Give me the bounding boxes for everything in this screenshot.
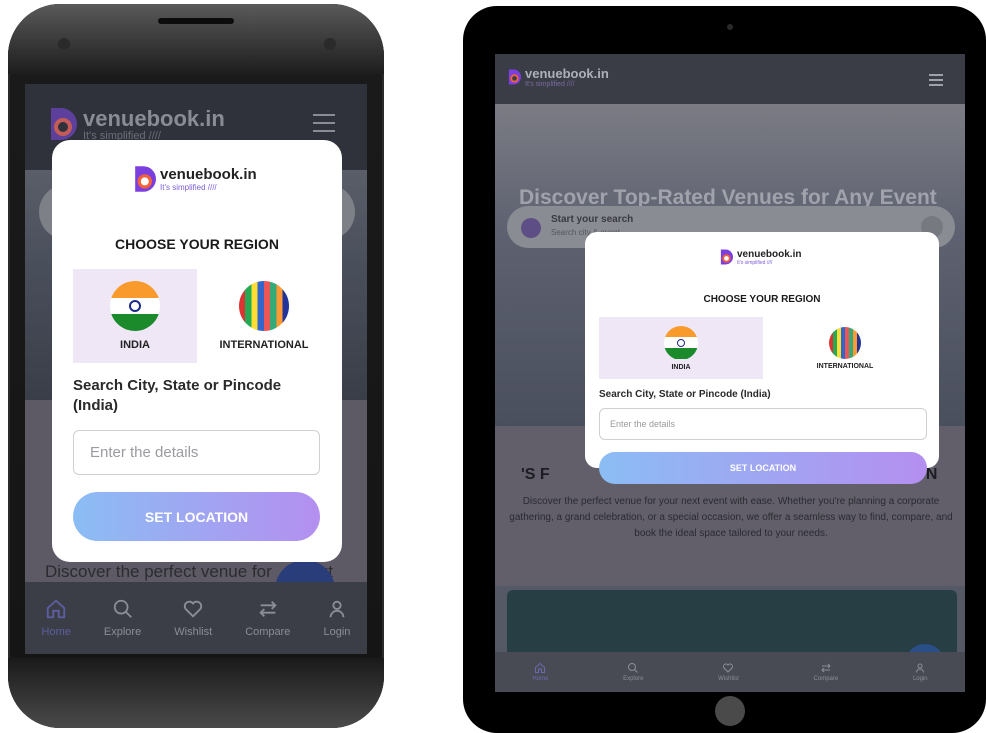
tablet-camera	[727, 24, 733, 30]
search-label: Search City, State or Pincode (India)	[73, 377, 282, 415]
user-icon	[329, 600, 345, 618]
brand-logo[interactable]: venuebook.in It's simplified ////	[507, 66, 609, 88]
region-option-international[interactable]: INTERNATIONAL	[763, 317, 927, 379]
nav-wishlist[interactable]: Wishlist	[718, 662, 739, 682]
phone-front-camera	[324, 38, 336, 50]
nav-explore[interactable]: Explore	[623, 662, 643, 682]
nav-home[interactable]: Home	[532, 662, 548, 682]
modal-brand-name: venuebook.in	[737, 248, 802, 260]
tablet-device-frame: venuebook.in It's simplified //// Discov…	[463, 6, 986, 733]
location-search-input[interactable]: Enter the details	[73, 430, 320, 475]
modal-brand-name: venuebook.in	[160, 166, 257, 183]
brand-tagline: It's simplified ////	[525, 81, 575, 88]
nav-explore-label: Explore	[623, 676, 644, 682]
nav-compare-label: Compare	[813, 676, 839, 682]
region-option-india[interactable]: INDIA	[599, 317, 763, 379]
nav-login-label: Login	[912, 676, 928, 682]
world-flags-globe-icon	[239, 281, 289, 331]
nav-home[interactable]: Home	[42, 598, 71, 638]
region-modal: venuebook.in It's simplified //// CHOOSE…	[585, 232, 939, 484]
venuebook-logo-icon	[720, 249, 733, 265]
search-icon	[628, 663, 639, 673]
nav-wishlist-label: Wishlist	[174, 626, 213, 638]
hamburger-menu-icon[interactable]	[313, 114, 335, 138]
nav-wishlist-label: Wishlist	[718, 676, 739, 682]
brand-name: venuebook.in	[83, 106, 225, 131]
india-flag-icon	[664, 325, 698, 360]
tablet-home-button[interactable]	[715, 696, 745, 726]
compare-arrows-icon	[821, 663, 831, 673]
nav-wishlist[interactable]: Wishlist	[174, 598, 212, 638]
region-option-india[interactable]: INDIA	[73, 269, 197, 363]
phone-sensor	[58, 38, 70, 50]
search-icon	[113, 599, 132, 618]
intro-paragraph: Discover the perfect venue for your next…	[509, 496, 953, 539]
phone-speaker	[158, 18, 234, 24]
region-label-international: INTERNATIONAL	[816, 362, 874, 370]
nav-home-label: Home	[532, 676, 549, 682]
nav-login-label: Login	[323, 626, 351, 638]
venuebook-logo-icon	[135, 166, 156, 192]
india-flag-icon	[110, 281, 160, 331]
device-showcase: venuebook.in It's simplified //// Discov…	[0, 0, 986, 733]
bottom-navigation: Home Explore Wishlist Compare Login	[25, 582, 367, 654]
heart-icon	[184, 600, 203, 618]
search-icon	[521, 218, 541, 238]
section-heading-left: 'S F	[521, 466, 550, 483]
nav-compare-label: Compare	[245, 626, 291, 638]
modal-title: CHOOSE YOUR REGION	[703, 294, 821, 305]
set-location-button[interactable]: SET LOCATION	[599, 452, 927, 484]
modal-brand-logo: venuebook.in It's simplified ////	[719, 248, 801, 266]
search-label: Search City, State or Pincode (India)	[599, 389, 771, 400]
venuebook-logo-icon	[51, 108, 77, 140]
bottom-navigation: Home Explore Wishlist Compare Login	[495, 652, 965, 692]
nav-explore[interactable]: Explore	[104, 598, 141, 638]
home-icon	[535, 662, 546, 673]
user-icon	[916, 663, 925, 673]
nav-home-label: Home	[41, 626, 71, 638]
modal-brand-tagline: It's simplified ////	[160, 183, 217, 192]
region-label-india: INDIA	[120, 339, 150, 351]
region-label-international: INTERNATIONAL	[219, 339, 309, 351]
nav-login[interactable]: Login	[913, 662, 928, 682]
brand-name: venuebook.in	[525, 66, 609, 81]
modal-brand-logo: venuebook.in It's simplified ////	[132, 164, 257, 194]
brand-logo[interactable]: venuebook.in It's simplified ////	[47, 106, 225, 142]
site-header: venuebook.in It's simplified ////	[495, 54, 965, 104]
region-modal: venuebook.in It's simplified //// CHOOSE…	[52, 140, 342, 562]
phone-device-frame: venuebook.in It's simplified //// Discov…	[8, 4, 384, 728]
location-search-input[interactable]: Enter the details	[599, 408, 927, 440]
modal-title: CHOOSE YOUR REGION	[115, 236, 279, 252]
compare-arrows-icon	[259, 601, 277, 617]
heart-icon	[723, 663, 734, 673]
tablet-screen: venuebook.in It's simplified //// Discov…	[495, 54, 965, 692]
modal-brand-tagline: It's simplified ////	[737, 259, 773, 266]
search-title: Start your search	[551, 214, 634, 225]
region-option-international[interactable]: INTERNATIONAL	[207, 269, 321, 363]
hamburger-menu-icon[interactable]	[929, 74, 943, 89]
world-flags-globe-icon	[829, 326, 861, 359]
set-location-button[interactable]: SET LOCATION	[73, 492, 320, 541]
home-icon	[47, 599, 66, 619]
nav-login[interactable]: Login	[323, 598, 350, 638]
venuebook-logo-icon	[508, 69, 521, 85]
phone-bottom-bezel	[8, 658, 384, 728]
region-label-india: INDIA	[671, 363, 691, 371]
nav-compare[interactable]: Compare	[245, 598, 290, 638]
nav-explore-label: Explore	[103, 626, 142, 638]
nav-compare[interactable]: Compare	[813, 662, 839, 682]
